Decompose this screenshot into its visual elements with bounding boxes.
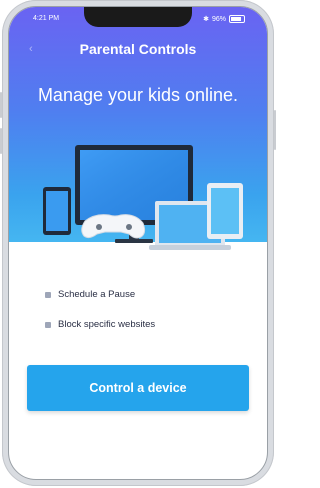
feature-block-websites: Block specific websites [45, 319, 155, 330]
bluetooth-icon: ✱ [203, 16, 209, 23]
feature-label: Block specific websites [58, 319, 156, 330]
devices-illustration [43, 145, 243, 250]
status-time: 4:21 PM [33, 15, 60, 22]
battery-percent: 96% [211, 15, 226, 23]
phone-frame: 4:21 PM ✱ 96% ‹ Parental Controls Manage… [0, 0, 276, 486]
game-controller-illustration [81, 214, 146, 239]
side-button [274, 110, 276, 150]
control-device-button[interactable]: Control a device [27, 365, 249, 411]
side-button [0, 92, 2, 118]
hero-headline: Manage your kids online. [37, 85, 239, 105]
bullet-icon [45, 291, 51, 298]
bullet-icon [45, 321, 51, 328]
side-button [0, 128, 2, 154]
screen: 4:21 PM ✱ 96% ‹ Parental Controls Manage… [8, 6, 268, 480]
notch [84, 7, 192, 27]
feature-schedule-pause: Schedule a Pause [45, 289, 135, 300]
status-right: ✱ 96% [203, 15, 245, 23]
feature-label: Schedule a Pause [58, 289, 136, 300]
page-title: Parental Controls [79, 41, 197, 57]
battery-icon [229, 15, 245, 23]
